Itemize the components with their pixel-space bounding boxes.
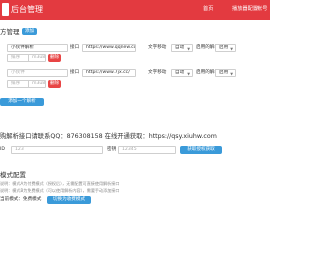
auth-key-label: 密钥 [107, 147, 117, 152]
enable-select[interactable]: 启用 ▼ [215, 44, 236, 52]
enable-select-value: 启用 [219, 45, 229, 50]
api-name-input[interactable]: 小伙伴 [7, 69, 68, 77]
mobile-select-value: 自动 [175, 45, 185, 50]
api-type-input[interactable]: m3u8 [28, 80, 46, 88]
enable-select-value: 启用 [219, 70, 229, 75]
mode-desc-2: 说明：模式B为免费模式（可以使用解析内容），需要手动添加接口 [0, 188, 120, 193]
api-url-label: 接口 [70, 45, 80, 50]
switch-mode-button[interactable]: 切换为收费模式 [47, 196, 91, 204]
nav-home[interactable]: 首页 [203, 6, 213, 13]
auth-key-input[interactable]: 12345 [118, 146, 176, 154]
current-mode-label: 当前模式：免费模式 [0, 197, 42, 202]
chevron-down-icon: ▼ [187, 47, 190, 51]
top-bar: 后台管理 首页 播放器配置 帐号 [0, 0, 270, 20]
delete-button[interactable]: 删除 [48, 54, 61, 62]
nav-player-config[interactable]: 播放器配置 [232, 6, 258, 13]
nav-account[interactable]: 帐号 [257, 6, 267, 13]
mobile-select[interactable]: 自动 ▼ [171, 69, 193, 77]
contact-info: 购解析接口请联系QQ：876308158 在线开通获取：https://qsy.… [0, 133, 217, 140]
api-name-input[interactable]: 小伙伴解析 [7, 44, 68, 52]
add-api-button[interactable]: 添加一个解析 [0, 98, 44, 106]
mode-section-title: 模式配置 [0, 171, 26, 179]
buy-auth-button[interactable]: 获取授权获取 [180, 146, 222, 154]
mobile-select-value: 自动 [175, 70, 185, 75]
auth-id-label: ID [0, 147, 5, 152]
mobile-label: 文字移动 [148, 45, 167, 50]
api-type-input[interactable]: m3u8 [28, 54, 46, 62]
add-button[interactable]: 添加 [22, 28, 37, 35]
api-url-input[interactable]: https://www.qqnew.cc/ [82, 44, 136, 52]
api-section-title: 方管理 [0, 28, 20, 36]
auth-id-input[interactable]: 123 [11, 146, 103, 154]
mobile-label: 文字移动 [148, 70, 167, 75]
api-url-input[interactable]: https://www.7jx.cc/ [82, 69, 136, 77]
delete-button[interactable]: 删除 [48, 80, 61, 88]
mobile-select[interactable]: 自动 ▼ [171, 44, 193, 52]
enable-select[interactable]: 启用 ▼ [215, 69, 236, 77]
api-url-label: 接口 [70, 70, 80, 75]
mode-desc-1: 说明：模式A为付费模式（授权后），无需配置可直接使用解析接口 [0, 181, 120, 186]
logo-icon [2, 3, 9, 16]
chevron-down-icon: ▼ [230, 47, 233, 51]
app-title: 后台管理 [11, 5, 43, 14]
chevron-down-icon: ▼ [230, 72, 233, 76]
chevron-down-icon: ▼ [187, 72, 190, 76]
